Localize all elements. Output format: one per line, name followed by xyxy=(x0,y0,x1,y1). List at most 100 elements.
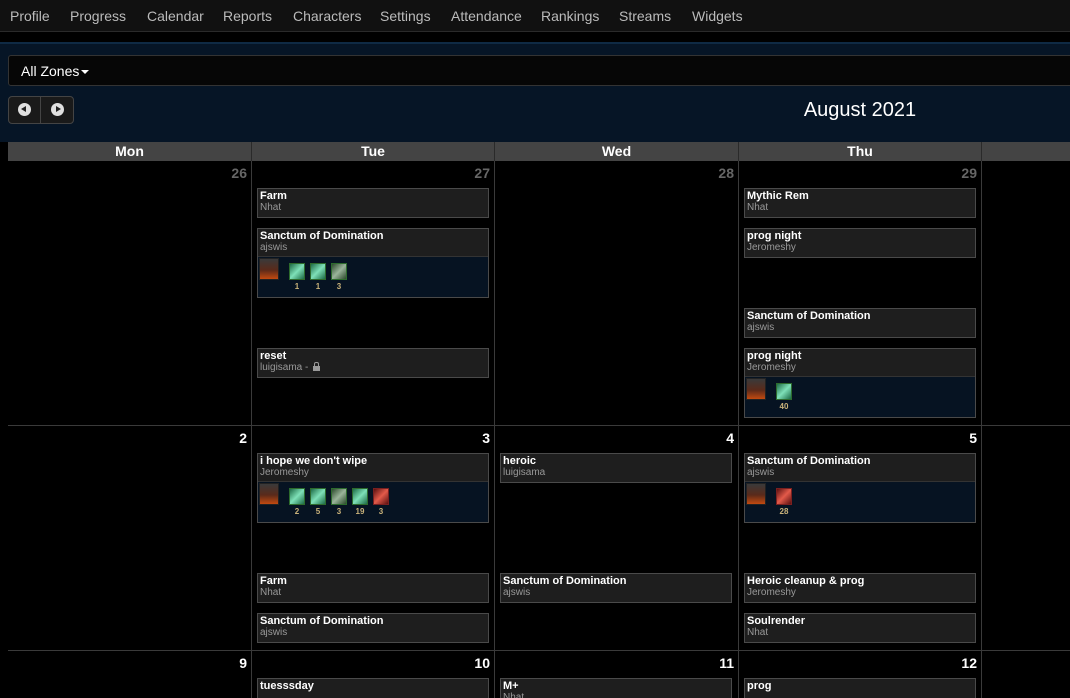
nav-reports[interactable]: Reports xyxy=(223,8,272,24)
calendar-event[interactable]: Sanctum of Domination ajswis xyxy=(500,573,732,603)
day-cell xyxy=(982,426,1070,651)
day-cell[interactable]: 2 xyxy=(8,426,252,651)
day-cell xyxy=(982,161,1070,426)
organizer-name: Nhat xyxy=(747,627,769,638)
event-title: M+ xyxy=(503,680,519,692)
nav-settings[interactable]: Settings xyxy=(380,8,431,24)
calendar-event[interactable]: Farm Nhat xyxy=(257,188,489,218)
roster-count: 28 xyxy=(779,507,789,516)
tank-spec-icon xyxy=(331,488,347,505)
calendar-event[interactable]: prog xyxy=(744,678,976,698)
roster-count: 1 xyxy=(294,282,300,291)
event-organizer: ajswis xyxy=(747,467,774,478)
day-number: 3 xyxy=(482,430,490,446)
nav-calendar[interactable]: Calendar xyxy=(147,8,204,24)
day-cell[interactable]: 27 Farm Nhat Sanctum of Domination ajswis 1 1 3… xyxy=(252,161,495,426)
nav-profile[interactable]: Profile xyxy=(10,8,50,24)
day-number: 9 xyxy=(239,655,247,671)
event-title: Sanctum of Domination xyxy=(747,310,871,322)
calendar-event[interactable]: Sanctum of Domination ajswis 1 1 3 xyxy=(257,228,489,298)
event-title: Sanctum of Domination xyxy=(503,575,627,587)
weekday-header: Wed xyxy=(495,142,739,161)
event-title: prog xyxy=(747,680,772,692)
event-title: prog night xyxy=(747,230,802,242)
event-title: tuesssday xyxy=(260,680,314,692)
organizer-name: ajswis xyxy=(503,587,531,598)
event-organizer: luigisama - xyxy=(260,362,321,373)
calendar-event[interactable]: prog night Jeromeshy xyxy=(744,228,976,258)
event-title: Farm xyxy=(260,575,287,587)
calendar-event[interactable]: Sanctum of Domination ajswis 28 xyxy=(744,453,976,523)
tank-spec-icon xyxy=(331,263,347,280)
roster-count: 40 xyxy=(779,402,789,411)
boss-portrait-icon xyxy=(746,483,766,505)
day-cell[interactable]: 29 Mythic Rem Nhat prog night Jeromeshy Sanct… xyxy=(739,161,982,426)
organizer-name: Nhat xyxy=(503,692,525,698)
dps-spec-icon xyxy=(373,488,389,505)
event-organizer: luigisama xyxy=(503,467,545,478)
calendar-event[interactable]: Sanctum of Domination ajswis xyxy=(744,308,976,338)
event-title: Soulrender xyxy=(747,615,806,627)
day-number: 26 xyxy=(231,165,247,181)
organizer-name: ajswis xyxy=(260,627,288,638)
calendar-event[interactable]: Sanctum of Domination ajswis xyxy=(257,613,489,643)
day-number: 29 xyxy=(961,165,977,181)
calendar-event[interactable]: tuesssday xyxy=(257,678,489,698)
nav-characters[interactable]: Characters xyxy=(293,8,361,24)
organizer-name: luigisama - xyxy=(260,362,312,373)
event-title: i hope we don't wipe xyxy=(260,455,368,467)
previous-month-button[interactable] xyxy=(9,97,41,123)
roster-count: 3 xyxy=(336,507,342,516)
calendar-event[interactable]: reset luigisama - xyxy=(257,348,489,378)
event-organizer: Nhat xyxy=(747,202,768,213)
event-organizer: ajswis xyxy=(260,627,287,638)
weekday-header: Tue xyxy=(252,142,495,161)
event-organizer: Nhat xyxy=(260,587,281,598)
day-number: 10 xyxy=(474,655,490,671)
day-cell[interactable]: 11 M+ Nhat xyxy=(495,651,739,698)
day-cell[interactable]: 10 tuesssday xyxy=(252,651,495,698)
calendar-event[interactable]: heroic luigisama xyxy=(500,453,732,483)
weekday-header: Thu xyxy=(739,142,982,161)
calendar-event[interactable]: Farm Nhat xyxy=(257,573,489,603)
nav-rankings[interactable]: Rankings xyxy=(541,8,599,24)
organizer-name: Nhat xyxy=(260,587,282,598)
nav-streams[interactable]: Streams xyxy=(619,8,671,24)
event-title: Mythic Rem xyxy=(747,190,809,202)
calendar-event[interactable]: prog night Jeromeshy 40 xyxy=(744,348,976,418)
day-number: 28 xyxy=(718,165,734,181)
boss-portrait-icon xyxy=(259,258,279,280)
event-title: Farm xyxy=(260,190,287,202)
day-cell[interactable]: 3 i hope we don't wipe Jeromeshy 2 5 3 19 3 Farm… xyxy=(252,426,495,651)
event-organizer: ajswis xyxy=(260,242,287,253)
calendar-event[interactable]: M+ Nhat xyxy=(500,678,732,698)
nav-widgets[interactable]: Widgets xyxy=(692,8,743,24)
heal-spec-icon xyxy=(310,488,326,505)
day-cell[interactable]: 5 Sanctum of Domination ajswis 28 Heroic cle… xyxy=(739,426,982,651)
day-cell[interactable]: 9 xyxy=(8,651,252,698)
organizer-name: ajswis xyxy=(260,242,288,253)
organizer-name: Nhat xyxy=(260,202,282,213)
day-cell[interactable]: 26 xyxy=(8,161,252,426)
calendar-event[interactable]: Heroic cleanup & prog Jeromeshy xyxy=(744,573,976,603)
day-cell[interactable]: 4 heroic luigisama Sanctum of Domination ajs… xyxy=(495,426,739,651)
roster-count: 3 xyxy=(336,282,342,291)
event-organizer: ajswis xyxy=(503,587,530,598)
day-cell[interactable]: 28 xyxy=(495,161,739,426)
event-organizer: Jeromeshy xyxy=(747,362,796,373)
zone-filter-dropdown[interactable]: All Zones xyxy=(8,55,1070,86)
organizer-name: Jeromeshy xyxy=(260,467,309,478)
organizer-name: Jeromeshy xyxy=(747,587,796,598)
nav-divider xyxy=(0,32,1070,42)
event-roster: 28 xyxy=(745,481,975,522)
nav-progress[interactable]: Progress xyxy=(70,8,126,24)
day-cell[interactable]: 12 prog xyxy=(739,651,982,698)
zone-filter-label: All Zones xyxy=(21,63,80,79)
calendar-event[interactable]: Soulrender Nhat xyxy=(744,613,976,643)
nav-attendance[interactable]: Attendance xyxy=(451,8,522,24)
calendar-event[interactable]: Mythic Rem Nhat xyxy=(744,188,976,218)
calendar-event[interactable]: i hope we don't wipe Jeromeshy 2 5 3 19 3 xyxy=(257,453,489,523)
event-title: reset xyxy=(260,350,287,362)
heal-spec-icon xyxy=(289,263,305,280)
next-month-button[interactable] xyxy=(42,97,73,123)
